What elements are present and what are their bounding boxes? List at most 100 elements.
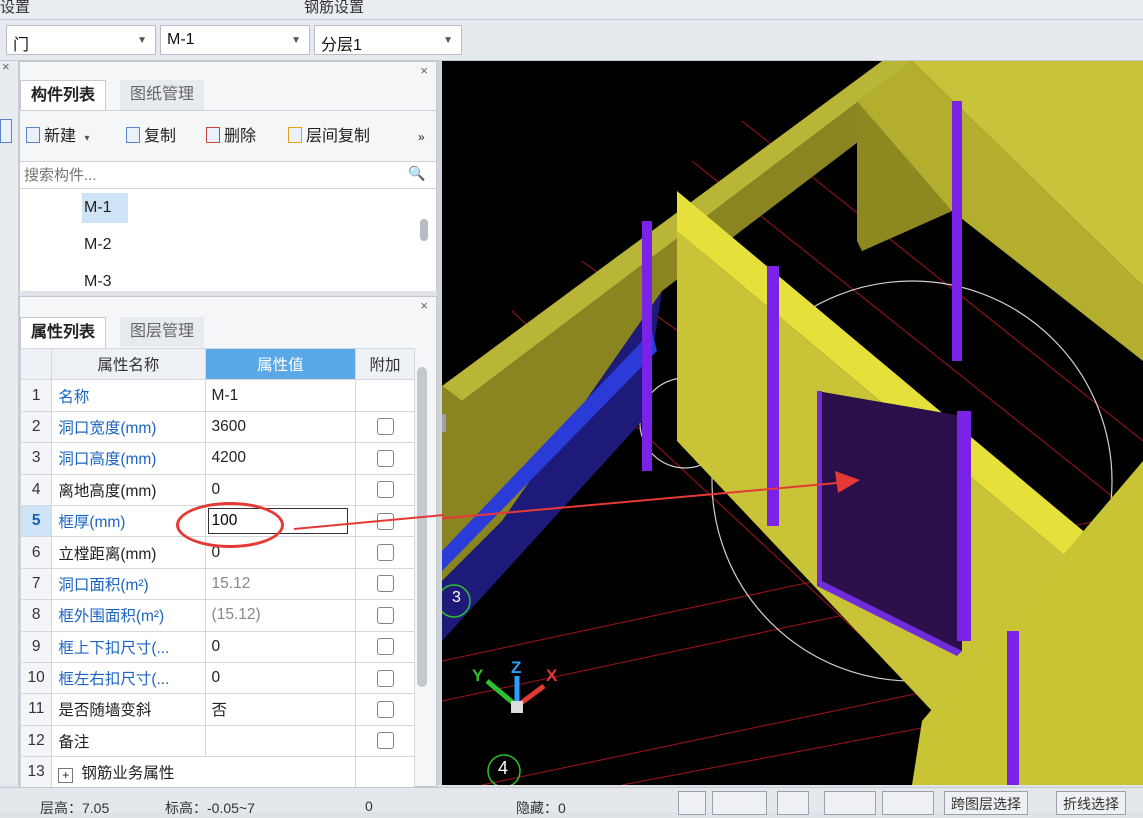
property-value[interactable]: [204, 724, 357, 758]
annotation-connector: [293, 514, 444, 530]
extra-cell: [355, 756, 415, 789]
table-row[interactable]: 13 + 钢筋业务属性: [19, 756, 415, 789]
extra-checkbox[interactable]: [376, 732, 394, 750]
extra-checkbox[interactable]: [376, 700, 394, 718]
axis-label-z: Z: [511, 658, 522, 677]
status-zero: 0: [365, 798, 373, 814]
snap-mode-icon[interactable]: [712, 791, 767, 815]
component-name-select[interactable]: M-1 ▼: [160, 25, 310, 55]
close-icon[interactable]: ×: [420, 298, 428, 313]
chevron-down-icon: ▾: [84, 133, 90, 144]
property-name: 洞口高度(mm): [51, 442, 206, 475]
snap-disabled-icon[interactable]: [777, 791, 809, 815]
list-item[interactable]: M-2: [84, 236, 112, 254]
annotation-connector-line: [293, 514, 444, 530]
settings-tab-label[interactable]: 设置: [0, 0, 30, 17]
row-index: 1: [19, 379, 53, 412]
copy-label: 复制: [144, 128, 177, 145]
extra-cell: [355, 724, 415, 758]
new-file-icon: [26, 127, 40, 143]
property-value[interactable]: 4200: [204, 442, 357, 475]
property-name: 备注: [51, 724, 206, 758]
row-index: 6: [19, 536, 53, 569]
tab-drawing-management[interactable]: 图纸管理: [120, 80, 205, 110]
component-toolbar: 新建 ▾ 复制 删除 层间复制 »: [20, 110, 436, 161]
list-item[interactable]: M-1: [84, 199, 112, 217]
new-button[interactable]: 新建 ▾: [26, 119, 90, 155]
scrollbar-thumb[interactable]: [420, 219, 428, 241]
table-row[interactable]: 1 名称 M-1: [19, 379, 415, 412]
angle-mode-icon[interactable]: [824, 791, 876, 815]
layer-select[interactable]: 分层1 ▼: [314, 25, 462, 55]
property-value[interactable]: M-1: [204, 379, 357, 412]
tab-property-list[interactable]: 属性列表: [20, 317, 107, 348]
row-index: 5: [19, 504, 53, 538]
floor-copy-button[interactable]: 层间复制: [288, 119, 370, 155]
value-header: 属性值: [204, 347, 357, 381]
layer-select-button[interactable]: 跨图层选择: [944, 791, 1028, 815]
close-icon[interactable]: ×: [420, 63, 428, 78]
property-name: 框外围面积(m²): [51, 599, 206, 632]
extra-cell: [355, 473, 415, 506]
panel-toggle-icon[interactable]: [0, 119, 12, 143]
extra-cell: [355, 661, 415, 695]
table-row[interactable]: 2 洞口宽度(mm) 3600: [19, 410, 415, 444]
chevron-down-icon: ▼: [291, 35, 301, 46]
new-label: 新建: [44, 128, 77, 145]
property-value[interactable]: 3600: [204, 410, 357, 444]
extra-checkbox[interactable]: [376, 481, 394, 499]
toolbar-more-button[interactable]: »: [418, 119, 425, 155]
extra-cell: [355, 442, 415, 475]
extra-checkbox[interactable]: [376, 606, 394, 624]
delete-button[interactable]: 删除: [206, 119, 256, 155]
delete-label: 删除: [224, 128, 257, 145]
row-index: 11: [19, 693, 53, 726]
table-row[interactable]: 12 备注: [19, 724, 415, 758]
rebar-settings-tab-label[interactable]: 钢筋设置: [304, 0, 364, 17]
property-name: 洞口宽度(mm): [51, 410, 206, 444]
extra-checkbox[interactable]: [376, 638, 394, 656]
3d-viewport[interactable]: Y Z X 4 3: [442, 61, 1143, 785]
extra-checkbox[interactable]: [376, 418, 394, 436]
polyline-select-button[interactable]: 折线选择: [1056, 791, 1126, 815]
property-value[interactable]: 0: [204, 630, 357, 663]
extra-cell: [355, 410, 415, 444]
table-row[interactable]: 11 是否随墙变斜 否: [19, 693, 415, 726]
table-row[interactable]: 8 框外围面积(m²) (15.12): [19, 599, 415, 632]
close-icon[interactable]: ×: [2, 59, 10, 74]
table-row[interactable]: 3 洞口高度(mm) 4200: [19, 442, 415, 475]
component-type-select[interactable]: 门 ▼: [6, 25, 156, 55]
extra-checkbox[interactable]: [376, 543, 394, 561]
table-row[interactable]: 4 离地高度(mm) 0: [19, 473, 415, 506]
table-row[interactable]: 7 洞口面积(m²) 15.12: [19, 567, 415, 601]
extra-cell: [355, 567, 415, 601]
component-type-value: 门: [13, 37, 30, 54]
search-input[interactable]: [22, 164, 406, 186]
property-value[interactable]: 0: [204, 661, 357, 695]
ortho-icon[interactable]: [678, 791, 706, 815]
extra-checkbox[interactable]: [376, 669, 394, 687]
extra-checkbox[interactable]: [376, 575, 394, 593]
copy-button[interactable]: 复制: [126, 119, 176, 155]
axis-gizmo: [485, 676, 546, 713]
splitter-handle[interactable]: [442, 414, 446, 432]
list-item[interactable]: M-3: [84, 273, 112, 291]
tab-layer-management[interactable]: 图层管理: [120, 317, 205, 347]
property-name: 洞口面积(m²): [51, 567, 206, 601]
expand-icon[interactable]: +: [58, 768, 74, 784]
table-row[interactable]: 10 框左右扣尺寸(... 0: [19, 661, 415, 695]
copy-icon: [126, 127, 140, 143]
extra-header: 附加: [355, 347, 415, 381]
hidden-count: 隐藏：0: [516, 800, 566, 816]
property-group-name: 钢筋业务属性: [81, 765, 175, 783]
property-group[interactable]: + 钢筋业务属性: [51, 756, 357, 789]
table-row[interactable]: 9 框上下扣尺寸(... 0: [19, 630, 415, 663]
extra-checkbox[interactable]: [376, 449, 394, 467]
crosshair-mode-icon[interactable]: [882, 791, 934, 815]
tab-component-list[interactable]: 构件列表: [20, 80, 107, 111]
search-icon[interactable]: 🔍: [408, 165, 425, 182]
left-collapsed-strip: ×: [0, 59, 19, 785]
property-value[interactable]: 否: [204, 693, 357, 726]
floor-copy-icon: [288, 127, 302, 143]
property-value[interactable]: 0: [204, 473, 357, 506]
